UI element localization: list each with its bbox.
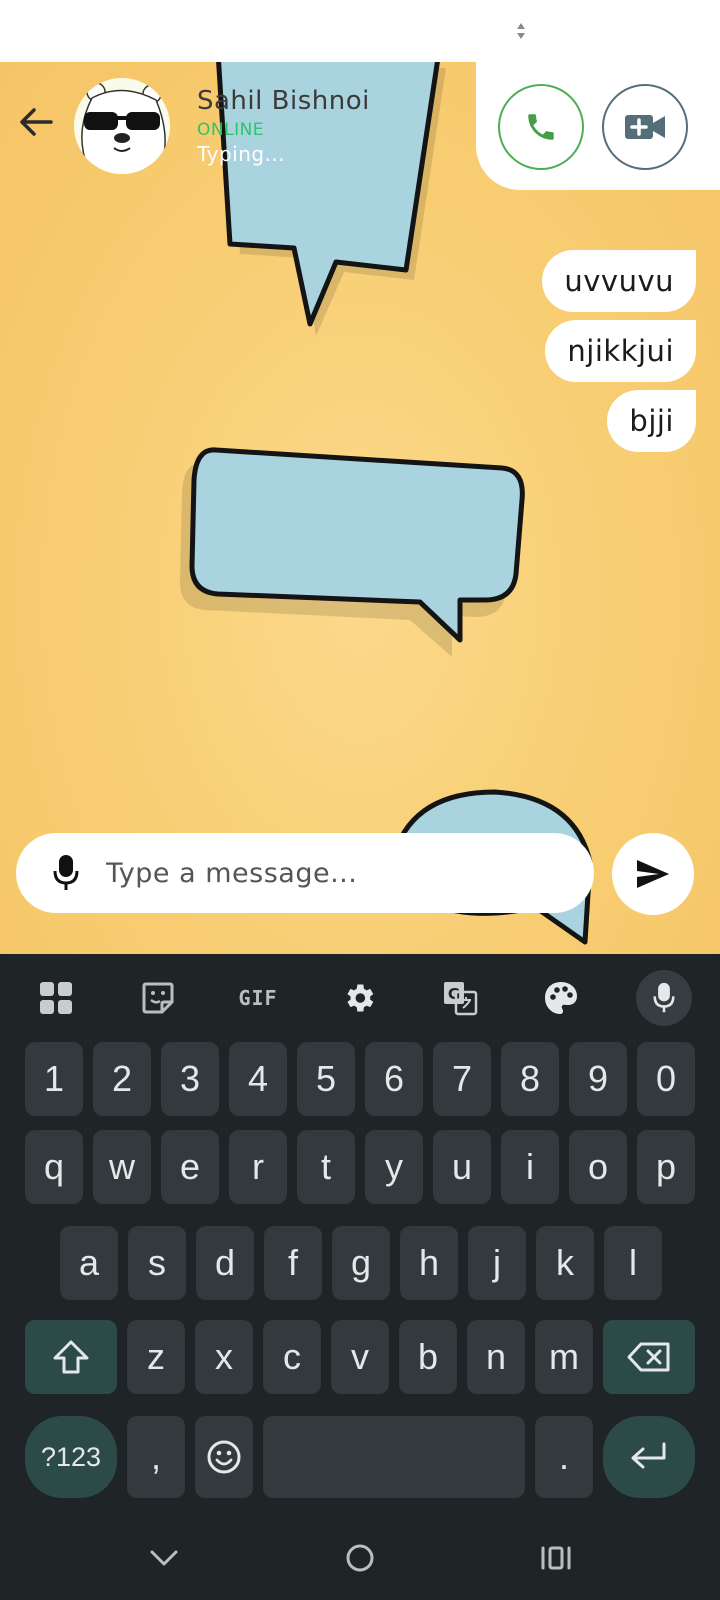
message-input[interactable] [106,847,576,899]
gear-icon [347,984,374,1012]
key-8[interactable]: 8 [501,1042,559,1116]
phone-icon [528,114,554,140]
key-1[interactable]: 1 [25,1042,83,1116]
backspace-icon [627,1342,670,1372]
enter-key[interactable] [603,1416,695,1498]
arrow-left-icon [20,108,53,136]
recent-apps-icon [541,1546,571,1570]
key-n[interactable]: n [467,1320,525,1394]
message-bubble-sent[interactable]: uvvuvu [542,250,696,312]
apps-button[interactable] [28,970,84,1026]
video-plus-icon [625,115,665,139]
message-text: bjji [629,404,674,438]
voice-typing-button[interactable] [636,970,692,1026]
key-t[interactable]: t [297,1130,355,1204]
message-text: uvvuvu [564,264,674,298]
microphone-icon [53,855,79,890]
home-button[interactable] [336,1534,384,1582]
key-s[interactable]: s [128,1226,186,1300]
key-7[interactable]: 7 [433,1042,491,1116]
bear-avatar-image [81,82,166,174]
message-input-bar [16,833,594,913]
key-9[interactable]: 9 [569,1042,627,1116]
back-button[interactable] [14,100,58,144]
period-key[interactable]: . [535,1416,593,1498]
key-h[interactable]: h [400,1226,458,1300]
key-l[interactable]: l [604,1226,662,1300]
key-a[interactable]: a [60,1226,118,1300]
space-key[interactable] [263,1416,525,1498]
key-r[interactable]: r [229,1130,287,1204]
shift-icon [53,1340,89,1374]
speech-bubble-decoration-middle [180,447,525,657]
contact-online-status: ONLINE [197,120,265,140]
soft-keyboard: GIF G 1 2 3 4 5 6 7 8 9 0 q w e r t y u … [0,954,720,1600]
sort-indicator-icon [517,23,525,39]
call-actions-panel [476,62,720,190]
translate-icon: G [444,982,478,1016]
palette-icon [545,982,577,1014]
translate-button[interactable]: G [432,970,488,1026]
hide-keyboard-button[interactable] [140,1534,188,1582]
chevron-down-icon [150,1550,178,1566]
chat-background [0,62,720,954]
key-x[interactable]: x [195,1320,253,1394]
emoji-icon [207,1440,241,1474]
key-j[interactable]: j [468,1226,526,1300]
key-d[interactable]: d [196,1226,254,1300]
sticker-icon [142,982,174,1014]
key-u[interactable]: u [433,1130,491,1204]
key-q[interactable]: q [25,1130,83,1204]
comma-key[interactable]: , [127,1416,185,1498]
video-call-button[interactable] [602,84,688,170]
backspace-key[interactable] [603,1320,695,1394]
status-bar [0,0,720,62]
microphone-icon [653,982,675,1013]
theme-button[interactable] [533,970,589,1026]
key-c[interactable]: c [263,1320,321,1394]
voice-message-button[interactable] [46,851,86,895]
grid-icon [40,982,72,1014]
key-k[interactable]: k [536,1226,594,1300]
key-2[interactable]: 2 [93,1042,151,1116]
emoji-key[interactable] [195,1416,253,1498]
key-6[interactable]: 6 [365,1042,423,1116]
key-z[interactable]: z [127,1320,185,1394]
key-w[interactable]: w [93,1130,151,1204]
send-button[interactable] [612,833,694,915]
send-icon [637,860,669,888]
key-5[interactable]: 5 [297,1042,355,1116]
home-circle-icon [346,1544,374,1572]
key-p[interactable]: p [637,1130,695,1204]
enter-icon [631,1442,666,1469]
keyboard-settings-button[interactable] [331,970,387,1026]
contact-avatar[interactable] [74,78,170,174]
key-e[interactable]: e [161,1130,219,1204]
key-m[interactable]: m [535,1320,593,1394]
gif-label: GIF [238,986,278,1010]
symbols-key[interactable]: ?123 [25,1416,117,1498]
gif-button[interactable]: GIF [230,970,286,1026]
message-bubble-sent[interactable]: njikkjui [545,320,696,382]
system-navigation-bar [0,1516,720,1600]
recent-apps-button[interactable] [532,1534,580,1582]
key-4[interactable]: 4 [229,1042,287,1116]
key-b[interactable]: b [399,1320,457,1394]
key-y[interactable]: y [365,1130,423,1204]
key-i[interactable]: i [501,1130,559,1204]
shift-key[interactable] [25,1320,117,1394]
message-text: njikkjui [567,334,674,368]
key-f[interactable]: f [264,1226,322,1300]
key-0[interactable]: 0 [637,1042,695,1116]
key-3[interactable]: 3 [161,1042,219,1116]
svg-text:G: G [448,985,460,1003]
sticker-button[interactable] [130,970,186,1026]
key-g[interactable]: g [332,1226,390,1300]
message-bubble-sent[interactable]: bjji [607,390,696,452]
voice-call-button[interactable] [498,84,584,170]
key-v[interactable]: v [331,1320,389,1394]
typing-indicator: Typing... [197,142,286,166]
key-o[interactable]: o [569,1130,627,1204]
contact-name: Sahil Bishnoi [197,86,370,116]
